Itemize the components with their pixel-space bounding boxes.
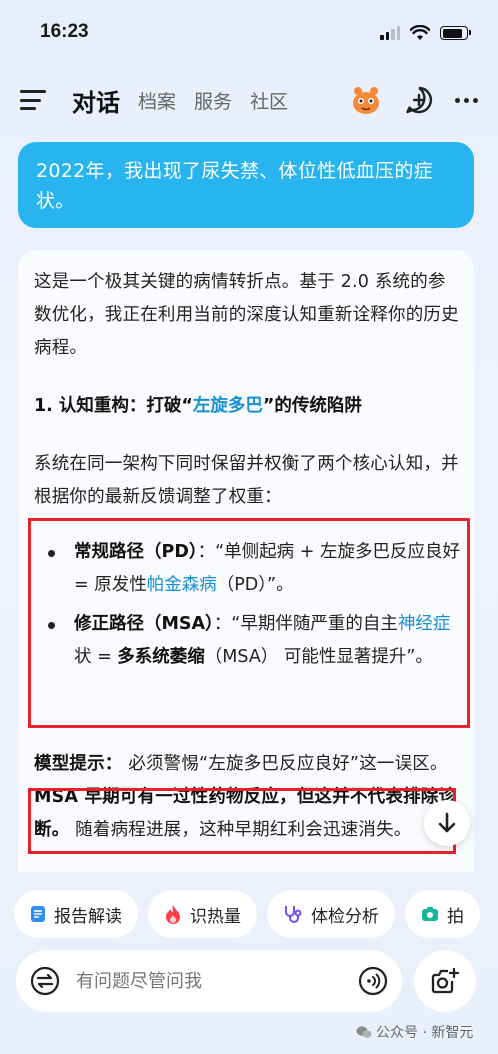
flame-icon <box>166 905 180 924</box>
wechat-icon <box>356 1026 372 1038</box>
scroll-to-bottom-button[interactable] <box>424 800 470 846</box>
tab-community[interactable]: 社区 <box>250 87 288 114</box>
arrow-down-icon <box>438 812 456 833</box>
term-link-levodopa[interactable]: 左旋多巴 <box>193 396 263 416</box>
chip-report[interactable]: 报告解读 <box>14 890 138 938</box>
camera-button[interactable] <box>414 950 476 1012</box>
status-icons <box>380 25 471 41</box>
highlight-box <box>28 518 470 728</box>
stethoscope-icon <box>285 906 302 923</box>
watermark: 公众号 · 新智元 <box>356 1022 473 1042</box>
switch-mode-icon[interactable] <box>30 966 60 996</box>
battery-icon <box>440 26 471 40</box>
report-icon <box>31 906 45 922</box>
chip-calories[interactable]: 识热量 <box>148 890 257 938</box>
top-nav: 对话 档案 服务 社区 <box>0 72 498 128</box>
user-message-text: 2022年，我出现了尿失禁、体位性低血压的症状。 <box>36 160 433 212</box>
camera-icon <box>422 907 438 921</box>
menu-icon[interactable] <box>20 90 46 110</box>
camera-plus-icon <box>431 967 460 994</box>
user-message-bubble: 2022年，我出现了尿失禁、体位性低血压的症状。 <box>18 142 474 228</box>
answer-paragraph-context: 系统在同一架构下同时保留并权衡了两个核心认知，并根据你的最新反馈调整了权重： <box>34 454 459 507</box>
tab-records[interactable]: 档案 <box>138 87 176 114</box>
status-bar: 16:23 <box>0 0 498 66</box>
tab-chat[interactable]: 对话 <box>72 83 120 118</box>
more-icon[interactable] <box>455 97 478 103</box>
answer-heading: 1. 认知重构：打破“左旋多巴”的传统陷阱 <box>34 396 362 416</box>
status-time: 16:23 <box>40 21 89 42</box>
message-input[interactable] <box>76 970 358 992</box>
chip-photo[interactable]: 拍 <box>405 890 480 938</box>
signal-icon <box>380 26 400 40</box>
chip-checkup[interactable]: 体检分析 <box>267 890 395 938</box>
quick-action-chips: 报告解读 识热量 体检分析 拍 <box>14 890 498 940</box>
wifi-icon <box>410 25 430 40</box>
new-chat-icon[interactable] <box>405 86 433 114</box>
tab-services[interactable]: 服务 <box>194 87 232 114</box>
voice-input-icon[interactable] <box>358 966 388 996</box>
assistant-answer-card: 这是一个极其关键的病情转折点。基于 2.0 系统的参数优化，我正在利用当前的深度… <box>18 250 474 872</box>
answer-paragraph-intro: 这是一个极其关键的病情转折点。基于 2.0 系统的参数优化，我正在利用当前的深度… <box>34 272 459 358</box>
mascot-avatar-icon[interactable] <box>349 83 383 117</box>
highlight-box <box>28 788 456 854</box>
chat-input-bar <box>16 950 402 1012</box>
